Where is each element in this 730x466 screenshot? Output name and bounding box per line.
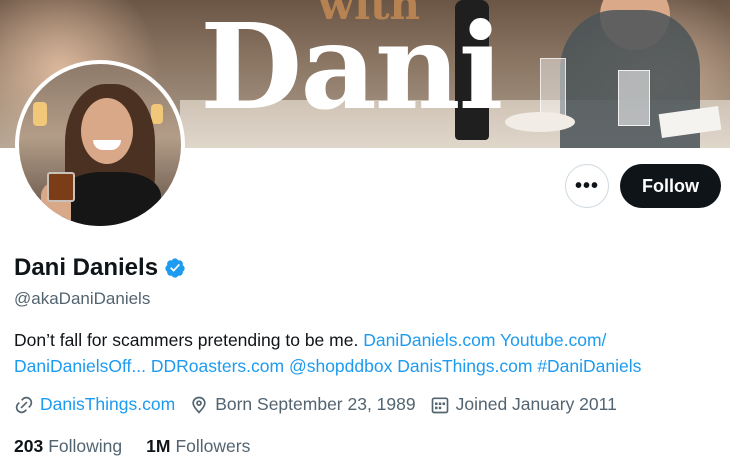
profile-meta: DanisThings.com Born September 23, 1989 … bbox=[14, 394, 631, 415]
followers-stat[interactable]: 1M Followers bbox=[146, 436, 250, 457]
more-button[interactable]: ••• bbox=[565, 164, 609, 208]
followers-label: Followers bbox=[175, 436, 251, 456]
avatar-lamp bbox=[33, 102, 47, 126]
banner-glass bbox=[540, 58, 566, 120]
avatar-top bbox=[61, 172, 161, 226]
banner-plate bbox=[505, 112, 575, 132]
link-icon bbox=[15, 396, 33, 413]
following-label: Following bbox=[48, 436, 123, 456]
following-count: 203 bbox=[14, 436, 44, 456]
bio-link[interactable]: DaniDanielsOff... bbox=[14, 356, 146, 376]
birthday-pin-icon bbox=[192, 396, 206, 414]
bio-link[interactable]: @shopddbox bbox=[289, 356, 392, 376]
bio-text: Don’t fall for scammers pretending to be… bbox=[14, 330, 359, 350]
banner-glass bbox=[618, 70, 650, 126]
calendar-icon bbox=[431, 397, 448, 413]
website-item: DanisThings.com bbox=[14, 394, 175, 415]
joined-item: Joined January 2011 bbox=[430, 394, 617, 415]
following-stat[interactable]: 203 Following bbox=[14, 436, 122, 457]
avatar-glass bbox=[47, 172, 75, 202]
more-icon: ••• bbox=[574, 174, 599, 197]
bio-link[interactable]: Youtube.com/ bbox=[500, 330, 606, 350]
bio-link[interactable]: DanisThings.com bbox=[397, 356, 532, 376]
avatar-face bbox=[81, 98, 133, 164]
website-link[interactable]: DanisThings.com bbox=[40, 394, 175, 415]
follow-button[interactable]: Follow bbox=[620, 164, 721, 208]
bio-link[interactable]: #DaniDaniels bbox=[537, 356, 641, 376]
bio: Don’t fall for scammers pretending to be… bbox=[14, 327, 724, 379]
profile-stats: 203 Following 1M Followers bbox=[14, 436, 274, 457]
followers-count: 1M bbox=[146, 436, 171, 456]
birth-date: Born September 23, 1989 bbox=[215, 394, 416, 414]
name-row: Dani Daniels bbox=[14, 254, 186, 282]
bio-link[interactable]: DDRoasters.com bbox=[151, 356, 284, 376]
user-handle: @akaDaniDaniels bbox=[14, 289, 151, 308]
bio-link[interactable]: DaniDaniels.com bbox=[363, 330, 495, 350]
avatar-lamp bbox=[151, 104, 163, 124]
birth-item: Born September 23, 1989 bbox=[189, 394, 416, 415]
verified-badge-icon[interactable] bbox=[164, 257, 186, 279]
display-name: Dani Daniels bbox=[14, 254, 159, 281]
avatar[interactable] bbox=[15, 60, 185, 230]
follow-button-label: Follow bbox=[642, 175, 699, 196]
banner-title: Dani bbox=[200, 0, 503, 136]
joined-date: Joined January 2011 bbox=[455, 394, 617, 414]
